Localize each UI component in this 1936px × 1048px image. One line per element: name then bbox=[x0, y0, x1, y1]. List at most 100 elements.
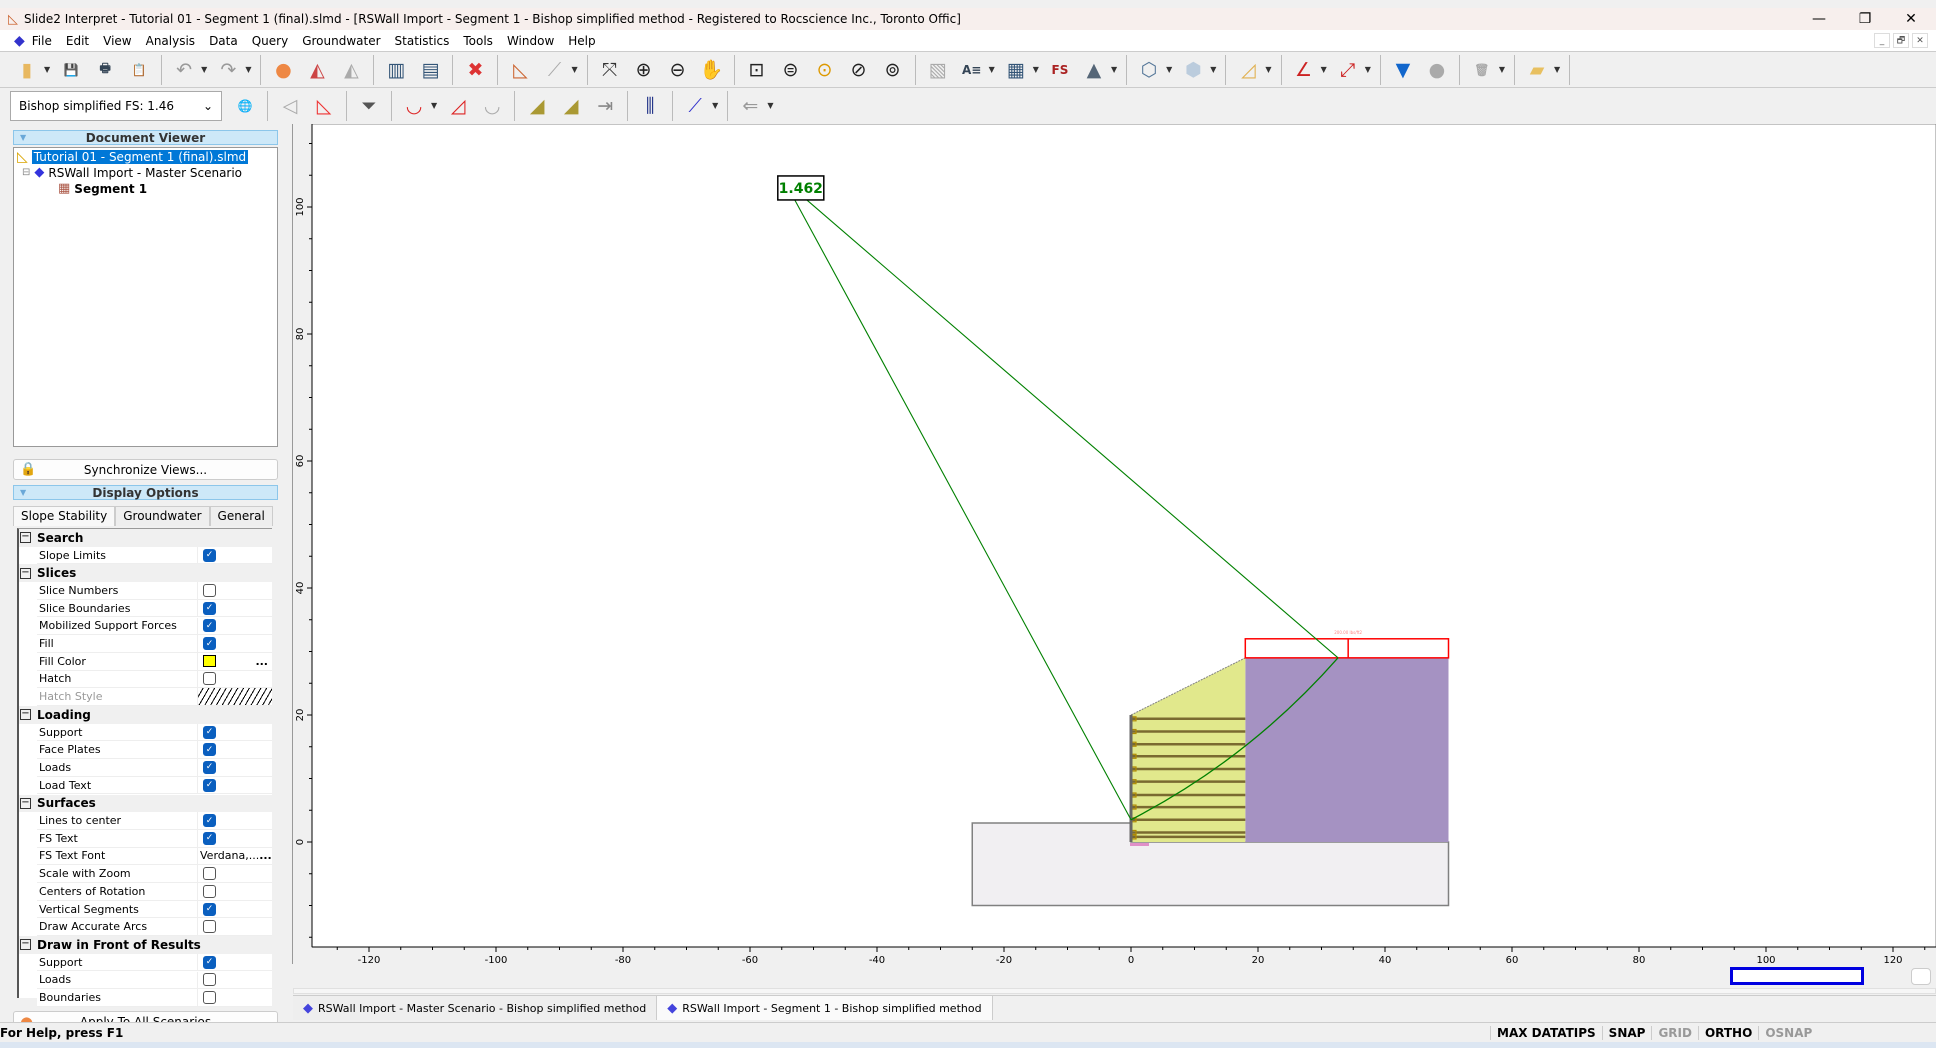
property-group[interactable]: − Surfaces bbox=[19, 794, 272, 813]
menu-window[interactable]: Window bbox=[500, 34, 561, 48]
tile-vertical-button[interactable]: ▥ bbox=[382, 56, 410, 84]
polygon-button[interactable]: ⬢ bbox=[1179, 56, 1207, 84]
collapse-group-icon[interactable]: − bbox=[20, 567, 31, 579]
color-swatch[interactable] bbox=[203, 655, 216, 668]
panel-splitter[interactable] bbox=[284, 124, 293, 964]
document-tab[interactable]: ◆ RSWall Import - Segment 1 - Bishop simp… bbox=[657, 996, 993, 1020]
dropdown-arrow-icon[interactable]: ▼ bbox=[1265, 65, 1271, 74]
synchronize-views-button[interactable]: 🔒 Synchronize Views... bbox=[13, 459, 278, 480]
menu-data[interactable]: Data bbox=[202, 34, 245, 48]
dropdown-arrow-icon[interactable]: ▼ bbox=[1554, 65, 1560, 74]
menu-view[interactable]: View bbox=[96, 34, 138, 48]
property-value[interactable] bbox=[197, 582, 272, 600]
zoom-all-button[interactable]: ⤧ bbox=[596, 56, 624, 84]
document-viewer-header[interactable]: ▼ Document Viewer bbox=[13, 130, 278, 145]
table-button[interactable]: ▦ bbox=[1002, 56, 1030, 84]
property-value[interactable]: ... bbox=[197, 652, 272, 671]
status-osnap[interactable]: OSNAP bbox=[1758, 1025, 1818, 1040]
layers-button[interactable]: ▰ bbox=[1523, 56, 1551, 84]
property-value[interactable] bbox=[197, 989, 272, 1007]
save-button[interactable]: 💾 bbox=[57, 56, 85, 84]
collapse-icon[interactable]: ▼ bbox=[20, 488, 26, 497]
property-value[interactable] bbox=[197, 918, 272, 937]
undo-button[interactable]: ↶ bbox=[170, 56, 198, 84]
text-box-button[interactable]: A≡ bbox=[958, 56, 986, 84]
restore-button[interactable]: ❐ bbox=[1842, 8, 1888, 30]
zoom-lock-button[interactable]: ⊚ bbox=[879, 56, 907, 84]
property-value[interactable]: ✓ bbox=[197, 741, 272, 760]
checkbox[interactable] bbox=[203, 884, 216, 898]
mdi-close-button[interactable]: ✕ bbox=[1912, 33, 1928, 48]
tree-item-segment[interactable]: ▦ Segment 1 bbox=[58, 181, 147, 196]
dropdown-arrow-icon[interactable]: ▼ bbox=[767, 101, 773, 110]
menu-groundwater[interactable]: Groundwater bbox=[295, 34, 387, 48]
dropdown-arrow-icon[interactable]: ▼ bbox=[989, 65, 995, 74]
menu-file[interactable]: File bbox=[25, 34, 59, 48]
dropdown-arrow-icon[interactable]: ▼ bbox=[1499, 65, 1505, 74]
fs-label-button[interactable]: FS bbox=[1046, 56, 1074, 84]
collapse-group-icon[interactable]: − bbox=[20, 532, 31, 544]
dropdown-arrow-icon[interactable]: ▼ bbox=[1111, 65, 1117, 74]
print-preview-button[interactable]: 📋 bbox=[125, 56, 153, 84]
tab-groundwater[interactable]: Groundwater bbox=[115, 506, 210, 526]
slip-surface-gray-button[interactable]: ◁ bbox=[276, 92, 304, 120]
histogram-button[interactable]: ⫼ bbox=[636, 92, 664, 120]
display-options-header[interactable]: ▼ Display Options bbox=[13, 485, 278, 500]
property-value[interactable] bbox=[197, 883, 272, 901]
property-value[interactable]: ✓ bbox=[197, 617, 272, 636]
checkbox[interactable]: ✓ bbox=[203, 601, 216, 615]
zoom-previous-button[interactable]: ⊙ bbox=[811, 56, 839, 84]
property-group[interactable]: − Loading bbox=[19, 706, 272, 724]
dropdown-arrow-icon[interactable]: ▼ bbox=[431, 101, 437, 110]
property-group[interactable]: − Slices bbox=[19, 564, 272, 583]
dropdown-arrow-icon[interactable]: ▼ bbox=[201, 65, 207, 74]
graph-button[interactable]: ⟋ bbox=[540, 56, 568, 84]
analysis-method-select[interactable]: Bishop simplified FS: 1.46 ⌄ bbox=[10, 90, 222, 121]
property-value[interactable]: ✓ bbox=[197, 953, 272, 972]
open-button[interactable]: ▮ bbox=[13, 56, 41, 84]
property-value[interactable] bbox=[197, 971, 272, 990]
checkbox[interactable] bbox=[203, 991, 216, 1005]
property-value[interactable]: ✓ bbox=[197, 759, 272, 777]
collapse-tree-icon[interactable]: ⊟ bbox=[22, 167, 30, 178]
overview-viewport[interactable] bbox=[1730, 967, 1864, 985]
menu-tools[interactable]: Tools bbox=[456, 34, 500, 48]
mdi-restore-button[interactable]: 🗗 bbox=[1893, 33, 1909, 48]
collapse-icon[interactable]: ▼ bbox=[20, 133, 26, 142]
surface-region-button[interactable]: ◿ bbox=[444, 92, 472, 120]
zoom-window-button[interactable]: ⊡ bbox=[743, 56, 771, 84]
slices-2-button[interactable]: ◢ bbox=[557, 92, 585, 120]
menu-query[interactable]: Query bbox=[245, 34, 295, 48]
dropdown-arrow-icon[interactable]: ▼ bbox=[1210, 65, 1216, 74]
tree-item-master-scenario[interactable]: ⊟ ◆ RSWall Import - Master Scenario bbox=[22, 165, 242, 180]
app-menu-icon[interactable]: ◆ bbox=[14, 33, 25, 49]
collapse-group-icon[interactable]: − bbox=[20, 797, 31, 809]
dropdown-arrow-icon[interactable]: ▼ bbox=[1033, 65, 1039, 74]
dropdown-arrow-icon[interactable]: ▼ bbox=[571, 65, 577, 74]
slope-button[interactable]: ◺ bbox=[506, 56, 534, 84]
model-view[interactable]: 200.00 lbs/ft2 1.462 -120 -100 -80 -60 -40 -20 0… bbox=[293, 124, 1936, 966]
collapse-group-icon[interactable]: − bbox=[20, 709, 31, 721]
checkbox[interactable] bbox=[203, 920, 216, 934]
property-group[interactable]: − Draw in Front of Results bbox=[19, 936, 272, 954]
ruler-triangle-button[interactable]: ◿ bbox=[1234, 56, 1262, 84]
dropdown-arrow-icon[interactable]: ▼ bbox=[1166, 65, 1172, 74]
checkbox[interactable]: ✓ bbox=[203, 814, 216, 828]
dropdown-arrow-icon[interactable]: ▼ bbox=[1321, 65, 1327, 74]
checkbox[interactable] bbox=[203, 867, 216, 881]
property-value[interactable]: ✓ bbox=[197, 723, 272, 742]
redo-button[interactable]: ↷ bbox=[214, 56, 242, 84]
property-value[interactable]: ✓ bbox=[197, 900, 272, 919]
zoom-bookmark-button[interactable]: ⊘ bbox=[845, 56, 873, 84]
property-value[interactable] bbox=[197, 670, 272, 689]
contour-gray-button[interactable]: ◭ bbox=[337, 56, 365, 84]
property-value[interactable] bbox=[197, 865, 272, 883]
add-surface-button[interactable]: ◡ bbox=[400, 92, 428, 120]
tree-item-file[interactable]: ◺ Tutorial 01 - Segment 1 (final).slmd bbox=[17, 149, 249, 165]
checkbox[interactable]: ✓ bbox=[203, 760, 216, 774]
checkbox[interactable]: ✓ bbox=[203, 743, 216, 757]
checkbox[interactable]: ✓ bbox=[203, 902, 216, 916]
more-button[interactable]: ... bbox=[255, 655, 268, 668]
forces-button[interactable]: ⇥ bbox=[591, 92, 619, 120]
tab-slope-stability[interactable]: Slope Stability bbox=[13, 506, 116, 526]
